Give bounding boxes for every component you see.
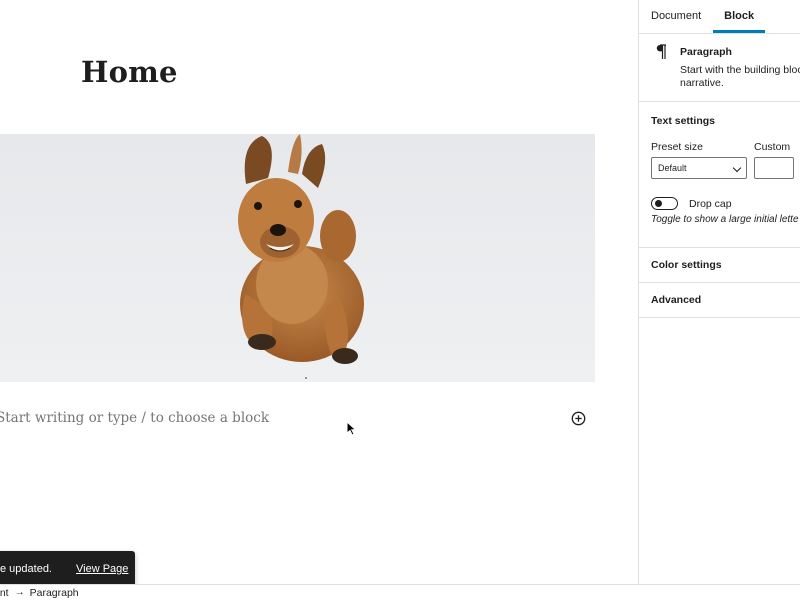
color-settings-title[interactable]: Color settings: [639, 248, 800, 283]
drop-cap-toggle[interactable]: [651, 197, 678, 210]
toggle-knob: [655, 200, 662, 207]
custom-size-input[interactable]: [754, 157, 794, 179]
tab-document[interactable]: Document: [639, 0, 713, 33]
breadcrumb-document[interactable]: ent: [0, 587, 9, 599]
color-settings-panel[interactable]: Color settings: [639, 247, 800, 283]
custom-size-label: Custom: [754, 141, 791, 153]
preset-size-select[interactable]: Default: [651, 157, 747, 179]
preset-size-value: Default: [658, 163, 687, 173]
paragraph-icon: [654, 44, 668, 65]
breadcrumb-paragraph[interactable]: Paragraph: [30, 587, 79, 599]
mouse-cursor-icon: [346, 420, 358, 437]
block-card-title: Paragraph: [680, 46, 732, 58]
block-breadcrumb: ent → Paragraph: [0, 584, 800, 600]
advanced-title[interactable]: Advanced: [639, 283, 800, 317]
image-block[interactable]: [0, 134, 595, 382]
text-settings-title[interactable]: Text settings: [639, 115, 715, 127]
block-card-description: Start with the building bloc narrative.: [680, 64, 800, 90]
arrow-right-icon: →: [14, 587, 25, 598]
dog-photo: [0, 134, 595, 382]
add-block-button[interactable]: [571, 411, 586, 426]
editor-canvas: Home Start writing or type / to choose a…: [0, 0, 638, 584]
block-card-description-line2: narrative.: [680, 77, 724, 89]
drop-cap-label: Drop cap: [689, 198, 732, 210]
advanced-panel[interactable]: Advanced: [639, 283, 800, 318]
tab-block[interactable]: Block: [713, 0, 765, 33]
snackbar-notice: e updated. View Page: [0, 551, 135, 587]
chevron-down-icon: [732, 163, 742, 173]
plus-circle-icon: [571, 411, 586, 426]
drop-cap-help: Toggle to show a large initial lette: [651, 214, 799, 225]
page-title[interactable]: Home: [81, 55, 178, 89]
paragraph-placeholder[interactable]: Start writing or type / to choose a bloc…: [0, 410, 269, 426]
block-card-description-line1: Start with the building bloc: [680, 64, 800, 76]
block-card: Paragraph Start with the building bloc n…: [639, 34, 800, 102]
sidebar-tabs: Document Block: [639, 0, 800, 34]
settings-sidebar: Document Block Paragraph Start with the …: [638, 0, 800, 584]
snackbar-message: e updated.: [0, 563, 52, 575]
view-page-link[interactable]: View Page: [76, 563, 128, 575]
preset-size-label: Preset size: [651, 141, 703, 153]
